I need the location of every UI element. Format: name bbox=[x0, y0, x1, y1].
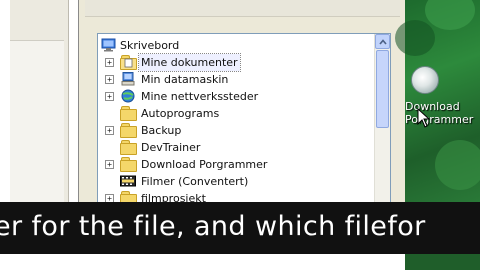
tree-item-label: Backup bbox=[141, 124, 182, 137]
dialog-header-area bbox=[85, 0, 400, 17]
tree-item-label: Filmer (Conventert) bbox=[141, 175, 249, 188]
tree-item-download-porgrammer[interactable]: + Download Porgrammer bbox=[98, 156, 368, 173]
scroll-up-button[interactable] bbox=[375, 34, 390, 49]
film-folder-icon bbox=[120, 174, 136, 188]
tree-item-autoprograms[interactable]: Autoprograms bbox=[98, 105, 368, 122]
tree-item-backup[interactable]: + Backup bbox=[98, 122, 368, 139]
my-documents-icon bbox=[120, 55, 137, 70]
background-window-pane bbox=[10, 40, 64, 206]
browse-for-folder-dialog: Skrivebord + Mine dokumenter + Min datam… bbox=[78, 0, 408, 207]
folder-icon bbox=[120, 140, 137, 155]
tree-item-mine-dokumenter[interactable]: + Mine dokumenter bbox=[98, 53, 368, 72]
chevron-up-icon bbox=[379, 39, 387, 45]
caption-text: er for the file, and which filefor bbox=[0, 211, 426, 242]
folder-icon bbox=[120, 106, 137, 121]
mouse-cursor-icon bbox=[417, 108, 431, 128]
tree-item-devtrainer[interactable]: DevTrainer bbox=[98, 139, 368, 156]
bottom-desktop-strip bbox=[405, 254, 480, 270]
scroll-thumb[interactable] bbox=[376, 50, 389, 128]
desktop-background: Download Porgrammer bbox=[395, 0, 480, 205]
tree-item-label: Download Porgrammer bbox=[141, 158, 268, 171]
tree-item-label: DevTrainer bbox=[141, 141, 201, 154]
expand-icon[interactable]: + bbox=[105, 75, 114, 84]
folder-body-shape bbox=[120, 160, 137, 172]
tree-item-label: Mine dokumenter bbox=[138, 53, 241, 72]
folder-icon bbox=[120, 157, 137, 172]
video-caption-bar: er for the file, and which filefor bbox=[0, 202, 480, 254]
my-computer-icon bbox=[120, 72, 136, 86]
download-programs-icon[interactable] bbox=[411, 66, 439, 94]
expand-icon[interactable]: + bbox=[105, 92, 114, 101]
leaf-decoration bbox=[425, 0, 475, 30]
folder-body-shape bbox=[120, 143, 137, 155]
network-places-icon bbox=[120, 89, 136, 103]
tree-item-label: Skrivebord bbox=[120, 39, 180, 52]
tree-item-label: Mine nettverkssteder bbox=[141, 90, 259, 103]
leaf-decoration bbox=[435, 140, 480, 190]
tree-item-root[interactable]: Skrivebord bbox=[98, 37, 368, 54]
expand-icon[interactable]: + bbox=[105, 126, 114, 135]
leaf-decoration bbox=[395, 20, 435, 56]
tree-item-mine-nettverkssteder[interactable]: + Mine nettverkssteder bbox=[98, 88, 368, 105]
tree-item-filmer[interactable]: Filmer (Conventert) bbox=[98, 173, 368, 190]
folder-tree[interactable]: Skrivebord + Mine dokumenter + Min datam… bbox=[97, 33, 391, 207]
folder-body-shape bbox=[120, 109, 137, 121]
tree-item-min-datamaskin[interactable]: + Min datamaskin bbox=[98, 71, 368, 88]
folder-icon bbox=[120, 123, 137, 138]
tree-item-label: Min datamaskin bbox=[141, 73, 229, 86]
expand-icon[interactable]: + bbox=[105, 58, 114, 67]
vertical-scrollbar[interactable] bbox=[374, 34, 390, 206]
tree-item-label: Autoprograms bbox=[141, 107, 220, 120]
expand-icon[interactable]: + bbox=[105, 160, 114, 169]
folder-body-shape bbox=[120, 126, 137, 138]
desktop-icon bbox=[101, 38, 117, 52]
